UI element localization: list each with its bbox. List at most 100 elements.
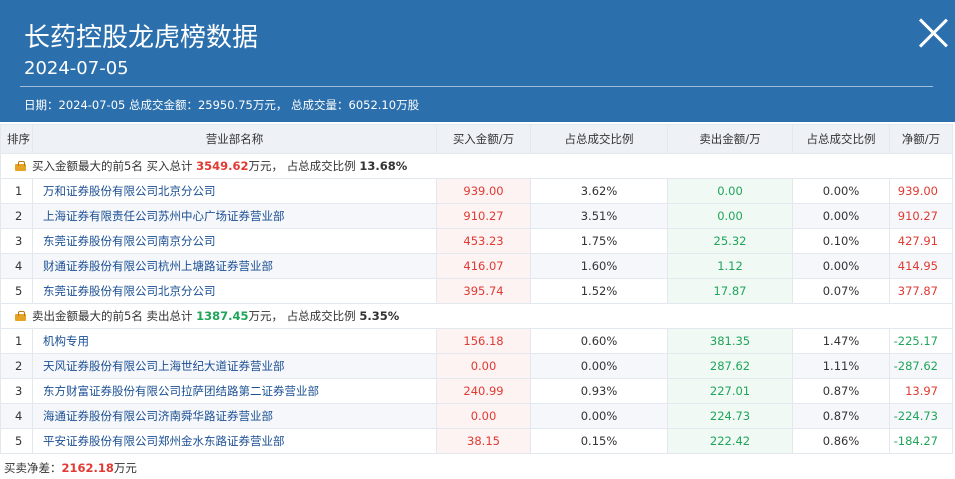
section-total-value: 1387.45 — [196, 309, 249, 323]
branch-link[interactable]: 财通证券股份有限公司杭州上塘路证券营业部 — [32, 253, 437, 279]
sell-ratio-cell: 0.86% — [792, 428, 890, 454]
sell-amount-cell: 224.73 — [667, 403, 793, 429]
table-row: 2 天风证券股份有限公司上海世纪大道证券营业部 0.00 0.00% 287.62 1.1… — [0, 353, 953, 379]
section-total-value: 3549.62 — [196, 159, 249, 173]
net-amount-cell: -225.17 — [889, 328, 953, 354]
branch-link[interactable]: 万和证券股份有限公司北京分公司 — [32, 178, 437, 204]
table-row: 4 财通证券股份有限公司杭州上塘路证券营业部 416.07 1.60% 1.12 0.00… — [0, 253, 953, 279]
buy-ratio-cell: 3.62% — [530, 178, 668, 204]
branch-link[interactable]: 上海证券有限责任公司苏州中心广场证券营业部 — [32, 203, 437, 229]
buy-ratio-cell: 0.93% — [530, 378, 668, 404]
table-header-row: 排序 营业部名称 买入金额/万 占总成交比例 卖出金额/万 占总成交比例 净额/… — [0, 124, 953, 154]
table-row: 3 东方财富证券股份有限公司拉萨团结路第二证券营业部 240.99 0.93% 227.… — [0, 378, 953, 404]
table-row: 2 上海证券有限责任公司苏州中心广场证券营业部 910.27 3.51% 0.00 0.0… — [0, 203, 953, 229]
section-ratio-value: 5.35% — [359, 309, 400, 323]
rank-cell: 5 — [0, 278, 33, 304]
buy-ratio-cell: 3.51% — [530, 203, 668, 229]
net-amount-cell: 377.87 — [889, 278, 953, 304]
net-difference: 买卖净差：2162.18万元 — [4, 460, 137, 476]
close-icon[interactable] — [916, 16, 950, 50]
col-header-rank: 排序 — [0, 124, 33, 154]
sell_section-header: 卖出金额最大的前5名 卖出总计 1387.45万元， 占总成交比例 5.35% — [0, 303, 953, 329]
section-total-unit: 万元， — [248, 159, 284, 173]
net-amount-cell: -184.27 — [889, 428, 953, 454]
buy-amount-cell: 453.23 — [436, 228, 531, 254]
col-header-net: 净额/万 — [889, 124, 953, 154]
table-row: 5 东莞证券股份有限公司北京分公司 395.74 1.52% 17.87 0.07% 377… — [0, 278, 953, 304]
sell-amount-cell: 25.32 — [667, 228, 793, 254]
buy-amount-cell: 156.18 — [436, 328, 531, 354]
sell-ratio-cell: 0.00% — [792, 203, 890, 229]
section-ratio-value: 13.68% — [359, 159, 408, 173]
buy-ratio-cell: 0.00% — [530, 353, 668, 379]
section-ratio-label: 占总成交比例 — [286, 159, 356, 173]
net-amount-cell: 13.97 — [889, 378, 953, 404]
buy-amount-cell: 38.15 — [436, 428, 531, 454]
buy-amount-cell: 0.00 — [436, 353, 531, 379]
buy-ratio-cell: 0.60% — [530, 328, 668, 354]
sell-amount-cell: 1.12 — [667, 253, 793, 279]
sell-ratio-cell: 0.87% — [792, 403, 890, 429]
briefcase-icon — [15, 311, 26, 321]
sell-amount-cell: 17.87 — [667, 278, 793, 304]
sell-ratio-cell: 1.11% — [792, 353, 890, 379]
trade-summary: 日期：2024-07-05 总成交金额：25950.75万元， 总成交量：605… — [24, 98, 420, 112]
branch-link[interactable]: 天风证券股份有限公司上海世纪大道证券营业部 — [32, 353, 437, 379]
rank-cell: 3 — [0, 378, 33, 404]
col-header-sell-ratio: 占总成交比例 — [792, 124, 890, 154]
branch-link[interactable]: 东莞证券股份有限公司南京分公司 — [32, 228, 437, 254]
table-row: 4 海通证券股份有限公司济南舜华路证券营业部 0.00 0.00% 224.73 0.87… — [0, 403, 953, 429]
rank-cell: 1 — [0, 178, 33, 204]
buy-ratio-cell: 1.60% — [530, 253, 668, 279]
buy-ratio-cell: 1.75% — [530, 228, 668, 254]
net-amount-cell: 414.95 — [889, 253, 953, 279]
net-amount-cell: 427.91 — [889, 228, 953, 254]
sell-ratio-cell: 0.87% — [792, 378, 890, 404]
rank-cell: 1 — [0, 328, 33, 354]
net-difference-value: 2162.18 — [61, 461, 114, 475]
table-row: 1 机构专用 156.18 0.60% 381.35 1.47% -225.17 — [0, 328, 953, 354]
sell-amount-cell: 0.00 — [667, 203, 793, 229]
branch-link[interactable]: 东方财富证券股份有限公司拉萨团结路第二证券营业部 — [32, 378, 437, 404]
buy-amount-cell: 0.00 — [436, 403, 531, 429]
table-row: 3 东莞证券股份有限公司南京分公司 453.23 1.75% 25.32 0.10% 427… — [0, 228, 953, 254]
branch-link[interactable]: 海通证券股份有限公司济南舜华路证券营业部 — [32, 403, 437, 429]
sell-ratio-cell: 0.00% — [792, 178, 890, 204]
buy-amount-cell: 395.74 — [436, 278, 531, 304]
sell-amount-cell: 227.01 — [667, 378, 793, 404]
col-header-branch: 营业部名称 — [32, 124, 437, 154]
table-row: 5 平安证券股份有限公司郑州金水东路证券营业部 38.15 0.15% 222.42 0.… — [0, 428, 953, 454]
branch-link[interactable]: 平安证券股份有限公司郑州金水东路证券营业部 — [32, 428, 437, 454]
buy-ratio-cell: 0.15% — [530, 428, 668, 454]
branch-link[interactable]: 东莞证券股份有限公司北京分公司 — [32, 278, 437, 304]
buy_section-header: 买入金额最大的前5名 买入总计 3549.62万元， 占总成交比例 13.68% — [0, 153, 953, 179]
buy-ratio-cell: 0.00% — [530, 403, 668, 429]
branch-link[interactable]: 机构专用 — [32, 328, 437, 354]
buy-amount-cell: 240.99 — [436, 378, 531, 404]
header-divider — [20, 86, 933, 87]
rank-cell: 5 — [0, 428, 33, 454]
col-header-buy-ratio: 占总成交比例 — [530, 124, 668, 154]
net-difference-unit: 万元 — [113, 461, 137, 475]
sell_section-summary: 卖出金额最大的前5名 卖出总计 1387.45万元， 占总成交比例 5.35% — [0, 303, 953, 329]
section-ratio-label: 占总成交比例 — [286, 309, 356, 323]
section-total-label: 买入总计 — [146, 159, 193, 173]
dragon-tiger-table: 排序 营业部名称 买入金额/万 占总成交比例 卖出金额/万 占总成交比例 净额/… — [0, 124, 953, 454]
net-amount-cell: -224.73 — [889, 403, 953, 429]
page-date: 2024-07-05 — [24, 58, 129, 79]
section-total-unit: 万元， — [248, 309, 284, 323]
sell-amount-cell: 287.62 — [667, 353, 793, 379]
section-total-label: 卖出总计 — [146, 309, 193, 323]
sell-ratio-cell: 1.47% — [792, 328, 890, 354]
rank-cell: 4 — [0, 253, 33, 279]
dialog-header: 长药控股龙虎榜数据 2024-07-05 日期：2024-07-05 总成交金额… — [0, 0, 955, 122]
sell-ratio-cell: 0.00% — [792, 253, 890, 279]
sell-amount-cell: 0.00 — [667, 178, 793, 204]
buy-amount-cell: 939.00 — [436, 178, 531, 204]
page-title: 长药控股龙虎榜数据 — [24, 23, 259, 53]
section-label: 卖出金额最大的前5名 — [32, 309, 143, 323]
net-amount-cell: -287.62 — [889, 353, 953, 379]
rank-cell: 3 — [0, 228, 33, 254]
section-label: 买入金额最大的前5名 — [32, 159, 143, 173]
sell-ratio-cell: 0.07% — [792, 278, 890, 304]
